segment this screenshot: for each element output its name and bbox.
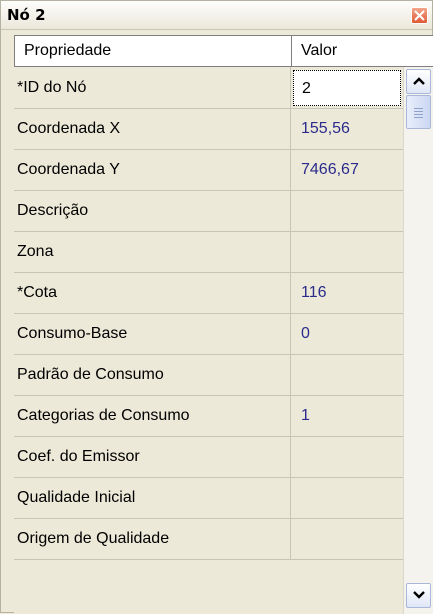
property-value[interactable] xyxy=(291,354,403,395)
property-value[interactable] xyxy=(291,436,403,477)
chevron-up-icon xyxy=(413,77,425,85)
property-row[interactable]: Padrão de Consumo xyxy=(14,354,433,396)
grip-icon xyxy=(414,114,423,115)
grip-icon xyxy=(414,111,423,112)
property-value[interactable] xyxy=(291,518,403,559)
property-name: Origem de Qualidade xyxy=(14,518,291,559)
property-row[interactable]: Coordenada Y 7466,67 xyxy=(14,149,433,191)
property-row[interactable]: Categorias de Consumo 1 xyxy=(14,395,433,437)
property-value[interactable]: 116 xyxy=(291,272,403,313)
property-name: *Cota xyxy=(14,272,291,313)
property-row[interactable]: *ID do Nó 2 xyxy=(14,67,433,109)
grip-icon xyxy=(414,108,423,109)
property-name: Coef. do Emissor xyxy=(14,436,291,477)
scroll-down-button[interactable] xyxy=(406,583,431,608)
grid-header: Propriedade Valor xyxy=(14,35,433,67)
window-title: Nó 2 xyxy=(7,6,46,24)
property-row[interactable]: *Cota 116 xyxy=(14,272,433,314)
property-name: Zona xyxy=(14,231,291,272)
property-name: Padrão de Consumo xyxy=(14,354,291,395)
property-name: Coordenada Y xyxy=(14,149,291,190)
property-row[interactable]: Qualidade Inicial xyxy=(14,477,433,519)
property-value[interactable]: 7466,67 xyxy=(291,149,403,190)
property-value[interactable] xyxy=(291,190,403,231)
chevron-down-icon xyxy=(413,591,425,599)
property-row[interactable]: Coordenada X 155,56 xyxy=(14,108,433,150)
property-row[interactable]: Origem de Qualidade xyxy=(14,518,433,560)
node-properties-window: Nó 2 Propriedade Valor *ID do Nó 2 Coorden… xyxy=(0,0,433,614)
property-name: Consumo-Base xyxy=(14,313,291,354)
node-id-input[interactable]: 2 xyxy=(293,70,401,106)
scroll-thumb[interactable] xyxy=(406,95,431,129)
property-name: Coordenada X xyxy=(14,108,291,149)
property-name: Qualidade Inicial xyxy=(14,477,291,518)
property-grid: Propriedade Valor *ID do Nó 2 Coordenada X… xyxy=(14,35,433,614)
scroll-up-button[interactable] xyxy=(406,69,431,94)
property-row[interactable]: Coef. do Emissor xyxy=(14,436,433,478)
property-name: Descrição xyxy=(14,190,291,231)
property-value[interactable] xyxy=(291,231,403,272)
title-bar[interactable]: Nó 2 xyxy=(1,1,432,30)
property-name: *ID do Nó xyxy=(14,67,291,108)
property-row[interactable]: Consumo-Base 0 xyxy=(14,313,433,355)
property-value[interactable]: 1 xyxy=(291,395,403,436)
grip-icon xyxy=(414,117,423,118)
column-header-value[interactable]: Valor xyxy=(292,36,433,66)
property-row[interactable]: Zona xyxy=(14,231,433,273)
property-row[interactable]: Descrição xyxy=(14,190,433,232)
property-value[interactable]: 0 xyxy=(291,313,403,354)
property-name: Categorias de Consumo xyxy=(14,395,291,436)
column-header-property[interactable]: Propriedade xyxy=(15,36,292,66)
property-value[interactable] xyxy=(291,477,403,518)
close-button[interactable] xyxy=(411,7,428,24)
property-value[interactable]: 155,56 xyxy=(291,108,403,149)
close-icon xyxy=(414,10,425,21)
vertical-scrollbar[interactable] xyxy=(403,67,433,614)
